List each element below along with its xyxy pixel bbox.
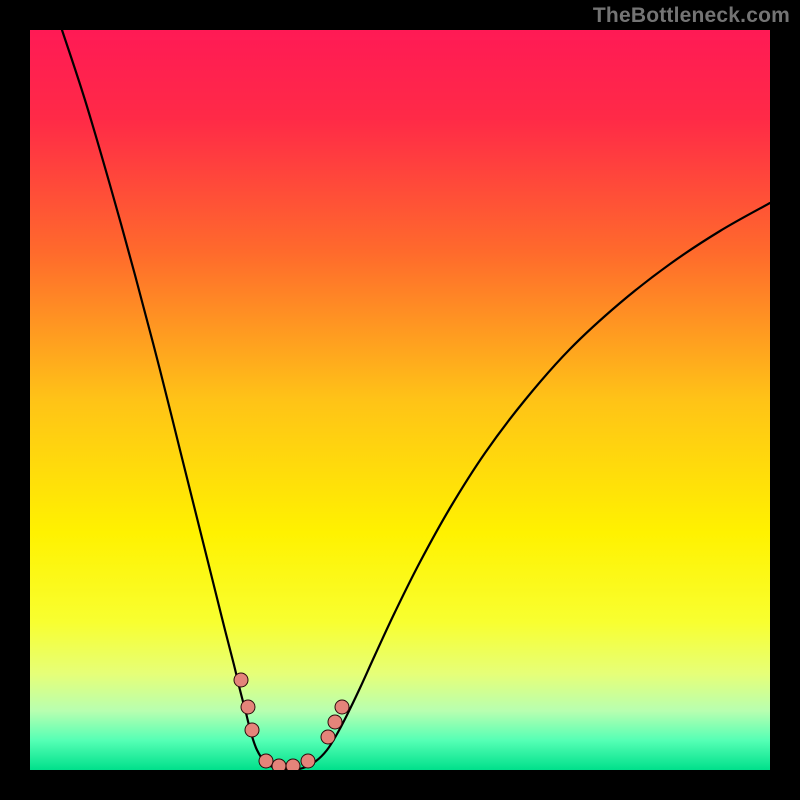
data-marker bbox=[286, 759, 300, 770]
chart-container: TheBottleneck.com bbox=[0, 0, 800, 800]
plot-svg bbox=[30, 30, 770, 770]
gradient-background bbox=[30, 30, 770, 770]
data-marker bbox=[272, 759, 286, 770]
data-marker bbox=[259, 754, 273, 768]
data-marker bbox=[241, 700, 255, 714]
data-marker bbox=[328, 715, 342, 729]
data-marker bbox=[321, 730, 335, 744]
data-marker bbox=[245, 723, 259, 737]
data-marker bbox=[234, 673, 248, 687]
plot-area bbox=[30, 30, 770, 770]
data-marker bbox=[335, 700, 349, 714]
watermark-text: TheBottleneck.com bbox=[593, 4, 790, 28]
data-marker bbox=[301, 754, 315, 768]
